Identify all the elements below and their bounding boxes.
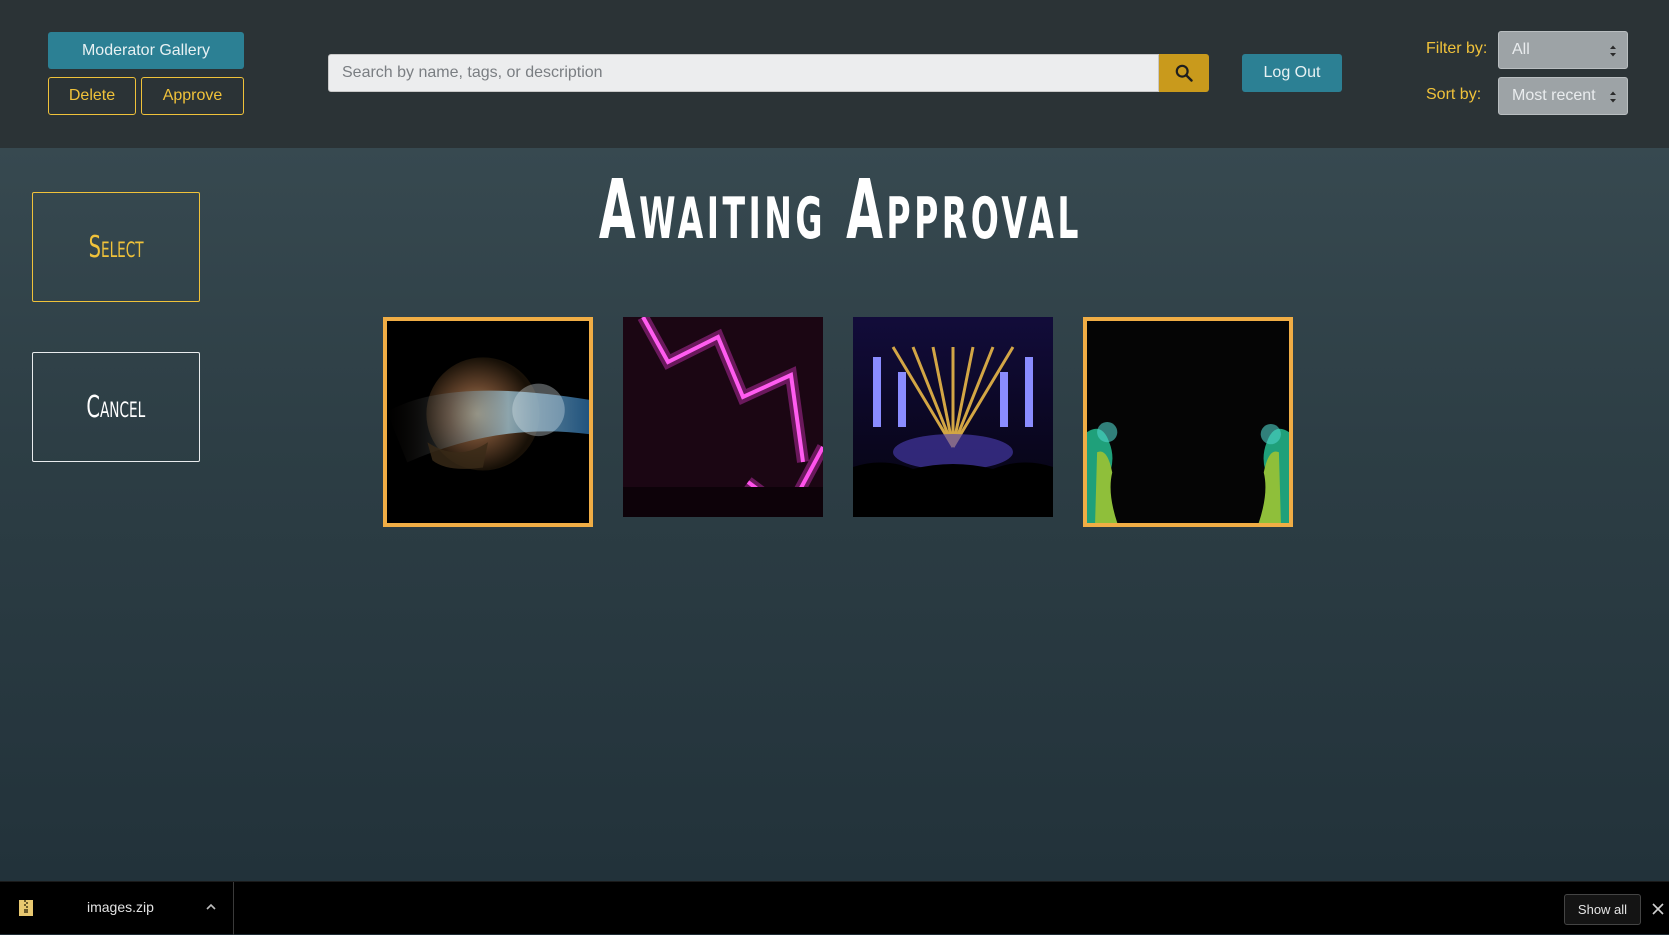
zip-file-icon: [19, 900, 33, 916]
top-header: Moderator Gallery Delete Approve Log Out…: [0, 0, 1669, 148]
select-arrows-icon: [1610, 91, 1616, 103]
select-button-label: Select: [88, 229, 144, 265]
download-item[interactable]: images.zip: [0, 882, 234, 935]
gallery-item-planet-hand-image[interactable]: [383, 317, 593, 527]
search-button[interactable]: [1159, 54, 1209, 92]
sort-label: Sort by:: [1426, 86, 1482, 103]
main-content: Select Cancel Awaiting Approval: [0, 148, 1669, 881]
moderator-gallery-button[interactable]: Moderator Gallery: [48, 32, 244, 69]
select-arrows-icon: [1610, 45, 1616, 57]
download-file-name: images.zip: [87, 899, 154, 915]
search-input[interactable]: [328, 54, 1159, 92]
planet-hand-image: [387, 321, 589, 523]
delete-button[interactable]: Delete: [48, 77, 136, 115]
gallery-item-neon-arrow-image[interactable]: [623, 317, 823, 517]
filter-label: Filter by:: [1426, 40, 1488, 57]
filter-select-value: All: [1512, 41, 1530, 58]
filter-select[interactable]: All: [1498, 31, 1628, 69]
gallery-item-nebula-pillars-image[interactable]: [1083, 317, 1293, 527]
concert-stage-image: [853, 317, 1053, 517]
approve-button[interactable]: Approve: [141, 77, 244, 115]
search-bar: [328, 54, 1209, 92]
sort-select[interactable]: Most recent: [1498, 77, 1628, 115]
download-bar: images.zip Show all: [0, 881, 1669, 935]
select-button[interactable]: Select: [32, 192, 200, 302]
gallery-item-concert-stage-image[interactable]: [853, 317, 1053, 517]
cancel-button-label: Cancel: [86, 389, 146, 425]
logout-button[interactable]: Log Out: [1242, 54, 1342, 92]
nebula-pillars-image: [1087, 321, 1289, 523]
sort-select-value: Most recent: [1512, 87, 1596, 104]
neon-arrow-image: [623, 317, 823, 517]
show-all-button[interactable]: Show all: [1564, 894, 1641, 925]
close-icon[interactable]: [1652, 903, 1664, 915]
page-title: Awaiting Approval: [598, 162, 1082, 258]
cancel-button[interactable]: Cancel: [32, 352, 200, 462]
search-icon: [1175, 64, 1193, 82]
chevron-up-icon[interactable]: [205, 902, 217, 912]
